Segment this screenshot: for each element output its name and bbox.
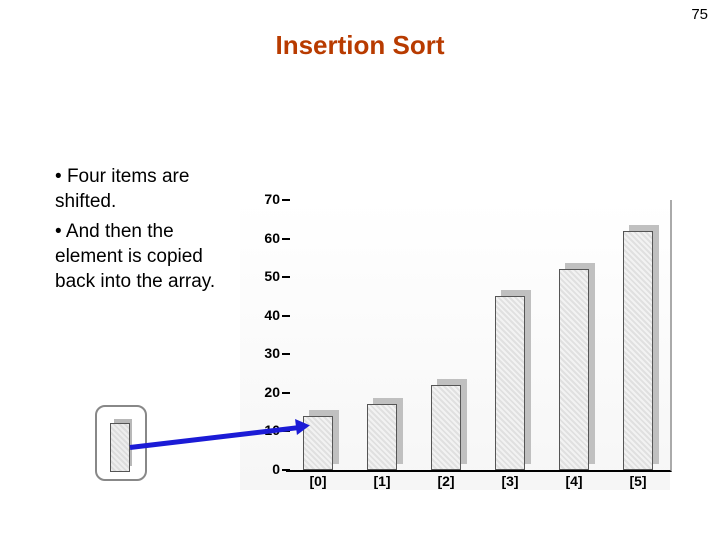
y-tick-label: 40 (240, 307, 280, 323)
bullet-text: Four items are shifted. (55, 166, 189, 212)
bar (559, 269, 589, 470)
bar-face (623, 231, 653, 470)
y-tick-mark (282, 469, 290, 471)
x-tick-label: [0] (309, 473, 326, 489)
y-tick-label: 50 (240, 268, 280, 284)
bar-face (431, 385, 461, 470)
slide-title: Insertion Sort (0, 30, 720, 61)
x-tick-label: [4] (565, 473, 582, 489)
bar (623, 231, 653, 470)
x-tick-label: [3] (501, 473, 518, 489)
x-tick-label: [2] (437, 473, 454, 489)
x-tick-label: [5] (629, 473, 646, 489)
bar-face (559, 269, 589, 470)
y-tick-mark (282, 199, 290, 201)
y-tick-label: 60 (240, 230, 280, 246)
bar (367, 404, 397, 470)
y-tick-mark (282, 353, 290, 355)
bar-face (367, 404, 397, 470)
bullet-item: • Four items are shifted. (55, 165, 230, 214)
x-tick-label: [1] (373, 473, 390, 489)
y-tick-mark (282, 392, 290, 394)
y-tick-mark (282, 238, 290, 240)
bar (431, 385, 461, 470)
bar-chart: 010203040506070 [0] [1] [2] [3] [4] [5] (240, 200, 670, 490)
plot-area: 010203040506070 (286, 200, 672, 472)
y-tick-label: 70 (240, 191, 280, 207)
bar (495, 296, 525, 470)
arrow-head-icon (295, 418, 311, 436)
bullet-text: And then the element is copied back into… (55, 221, 215, 291)
bar-face (495, 296, 525, 470)
page-number: 75 (691, 6, 708, 23)
insert-element-bar (110, 423, 130, 472)
slide: 75 Insertion Sort • Four items are shift… (0, 0, 720, 540)
y-tick-mark (282, 276, 290, 278)
x-axis-labels: [0] [1] [2] [3] [4] [5] (286, 473, 670, 493)
y-tick-label: 30 (240, 345, 280, 361)
y-tick-label: 20 (240, 384, 280, 400)
bullet-list: • Four items are shifted. • And then the… (55, 165, 230, 300)
y-tick-mark (282, 315, 290, 317)
bullet-item: • And then the element is copied back in… (55, 220, 230, 294)
y-tick-label: 0 (240, 461, 280, 477)
